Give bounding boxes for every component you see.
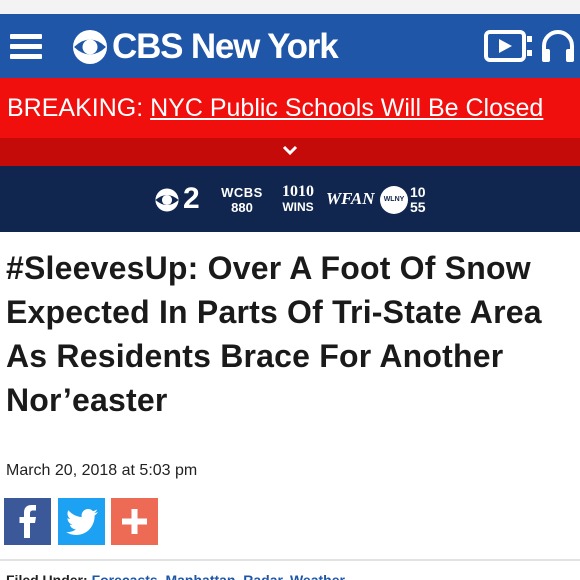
station-wcbs[interactable]: WCBS 880: [214, 186, 270, 216]
facebook-icon: [19, 505, 36, 538]
menu-button[interactable]: [10, 32, 42, 60]
section-divider: [0, 559, 580, 561]
station-bar: 2 WCBS 880 1010 WINS WFAN WLNY 10 55: [0, 166, 580, 232]
cbs-eye-icon: [155, 188, 179, 212]
breaking-news-text: BREAKING: NYC Public Schools Will Be Clo…: [0, 94, 543, 123]
plus-icon: [122, 509, 147, 534]
twitter-share-button[interactable]: [58, 498, 105, 545]
station-wfan[interactable]: WFAN: [326, 189, 375, 212]
menu-icon-bar-middle: [10, 44, 42, 49]
station-wlny[interactable]: WLNY 10 55: [380, 183, 436, 217]
twitter-icon: [66, 509, 98, 535]
wlny-channel-top: 10: [410, 184, 426, 200]
wins-call-sign: WINS: [282, 200, 314, 214]
menu-icon-bar-top: [10, 34, 42, 39]
headphones-icon[interactable]: [540, 28, 576, 64]
wlny-badge: WLNY: [380, 186, 408, 214]
wcbs-call-sign: WCBS: [221, 185, 263, 200]
wlny-badge-text: WLNY: [383, 196, 405, 203]
article-date: March 20, 2018 at 5:03 pm: [6, 462, 198, 479]
facebook-share-button[interactable]: [4, 498, 51, 545]
wcbs-frequency: 880: [231, 200, 253, 215]
breaking-news-banner: BREAKING: NYC Public Schools Will Be Clo…: [0, 78, 580, 138]
station-1010-wins[interactable]: 1010 WINS: [276, 184, 320, 216]
brand-name: CBS New York: [112, 27, 339, 66]
breaking-news-link[interactable]: NYC Public Schools Will Be Closed: [150, 94, 543, 122]
filed-under-tags[interactable]: Forecasts, Manhattan, Radar, Weather: [92, 572, 345, 580]
cbs-eye-icon: [73, 30, 107, 64]
wlny-channel-bottom: 55: [410, 199, 426, 215]
wfan-logo-text: WFAN: [326, 189, 375, 208]
wins-frequency: 1010: [282, 183, 314, 200]
site-logo[interactable]: CBS New York: [72, 26, 339, 68]
station-cbs2[interactable]: 2: [154, 183, 206, 217]
menu-icon-bar-bottom: [10, 54, 42, 59]
filed-under-label: Filed Under:: [6, 572, 88, 580]
article-headline: #SleevesUp: Over A Foot Of Snow Expected…: [6, 250, 542, 418]
site-header: CBS New York: [0, 14, 580, 78]
video-icon[interactable]: [484, 30, 534, 62]
breaking-label: BREAKING:: [7, 93, 144, 122]
breaking-expand-button[interactable]: [0, 138, 580, 166]
chevron-down-icon: [282, 145, 298, 156]
status-strip: [0, 0, 580, 14]
more-share-button[interactable]: [111, 498, 158, 545]
filed-under-line: Filed Under: Forecasts, Manhattan, Radar…: [6, 572, 345, 580]
cbs2-number: 2: [183, 182, 200, 215]
